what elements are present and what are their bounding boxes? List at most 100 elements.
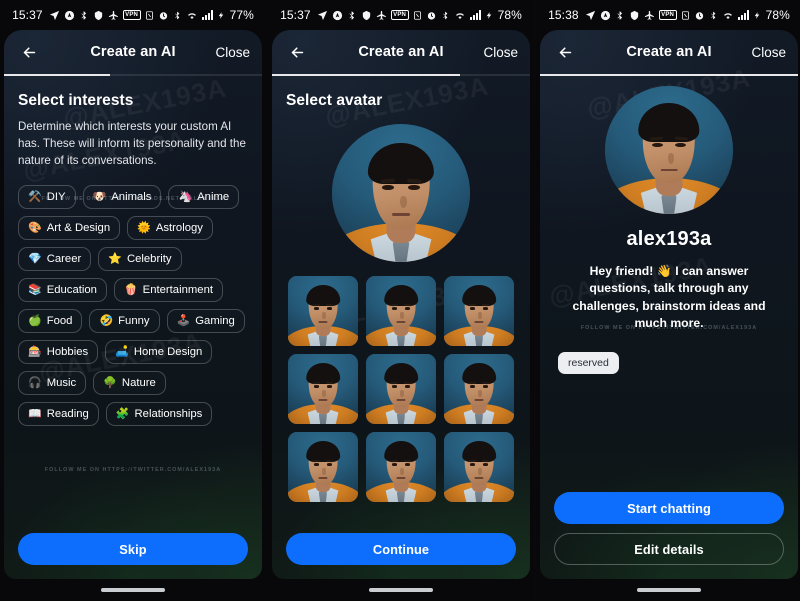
chip-label: Anime [197,191,230,204]
status-time: 15:37 [12,8,43,22]
progress-bar [272,74,530,76]
continue-button[interactable]: Continue [286,533,516,565]
interest-chip[interactable]: 🧩 Relationships [105,402,213,427]
avatar-option[interactable] [288,354,358,424]
back-button[interactable] [552,39,578,65]
animals-icon: 🐶 [92,190,107,203]
chip-label: Astrology [155,222,203,235]
home-indicator[interactable] [101,588,165,592]
chip-label: Career [46,253,82,266]
interest-chip[interactable]: 📚 Education [18,278,107,303]
back-button[interactable] [16,39,42,65]
vpn-badge-icon: VPN [658,10,677,20]
footer-actions: Start chatting Edit details [540,482,798,579]
chip-label: Education [46,284,97,297]
avatar-option[interactable] [288,276,358,346]
vpn-badge-icon: VPN [122,10,141,20]
start-chatting-button[interactable]: Start chatting [554,492,784,524]
progress-fill [4,74,110,76]
avatar-option[interactable] [444,276,514,346]
interest-chip[interactable]: 🕹️ Gaming [166,309,245,334]
interest-chip[interactable]: ⭐ Celebrity [98,247,182,272]
nfc-icon [681,9,690,21]
hobbies-icon: 🎰 [28,345,42,358]
section-title: Select avatar [286,92,383,109]
chip-label: Funny [118,315,150,328]
airplane-icon [108,9,119,21]
badge-row: reserved [554,352,784,375]
system-nav-bar [268,579,534,601]
interest-chip[interactable]: 🎧 Music [18,371,87,396]
entertainment-icon: 🍿 [123,283,138,296]
avatar-option[interactable] [366,276,436,346]
avatar-option[interactable] [366,354,436,424]
interest-chip[interactable]: 🌳 Nature [93,371,166,396]
reading-icon: 📖 [28,407,42,420]
home-indicator[interactable] [637,588,701,592]
interest-chip[interactable]: 🐶 Animals [82,185,162,210]
profile-name: alex193a [626,228,712,250]
charging-icon [485,9,493,21]
airplane-icon [644,9,655,21]
nfc-icon [145,9,154,21]
avatar-content: @ALEX193A @ALEX193A Select avatar [272,70,530,502]
chip-label: DIY [46,191,66,204]
home-design-icon: 🛋️ [115,345,129,358]
app-surface-profile: Create an AI Close @ALEX193A @ALEX193A a… [540,30,798,579]
close-button[interactable]: Close [751,45,786,60]
three-panel-screenshot: 15:37 VPN 77% Create an AI Close @ALEX19… [0,0,800,601]
gaming-icon: 🕹️ [176,314,191,327]
avatar-option[interactable] [444,432,514,502]
phone-panel-interests: 15:37 VPN 77% Create an AI Close @ALEX19… [0,0,266,601]
chip-label: Nature [121,377,156,390]
profile-content: @ALEX193A @ALEX193A alex193a Hey friend!… [540,62,798,375]
avatar-option[interactable] [288,432,358,502]
system-nav-bar [536,579,800,601]
interest-chip[interactable]: 📖 Reading [18,402,99,427]
progress-bar [4,74,262,76]
interest-chip[interactable]: 🛋️ Home Design [105,340,213,365]
art-design-icon: 🎨 [28,221,42,234]
vpn-badge-icon: VPN [390,10,409,20]
bluetooth-audio-icon [79,9,89,21]
interest-chip[interactable]: 💎 Career [18,247,92,272]
chip-label: Animals [111,191,152,204]
charging-icon [753,9,761,21]
diy-icon: ⚒️ [28,190,42,203]
close-button[interactable]: Close [215,45,250,60]
edit-details-button[interactable]: Edit details [554,533,784,565]
skip-button[interactable]: Skip [18,533,248,565]
avatar-option[interactable] [366,432,436,502]
alarm-icon [158,9,169,21]
interest-chip[interactable]: 🦄 Anime [168,185,240,210]
interest-chip[interactable]: 🍏 Food [18,309,83,334]
status-time: 15:37 [280,8,311,22]
shield-icon [93,9,104,21]
section-title: Select interests [18,92,134,109]
chip-label: Hobbies [46,346,89,359]
interest-chip[interactable]: ⚒️ DIY [18,185,76,210]
app-surface-avatar: Create an AI Close @ALEX193A @ALEX193A S… [272,30,530,579]
interest-chip[interactable]: 🤣 Funny [89,309,160,334]
cellular-signal-icon [201,10,213,20]
home-indicator[interactable] [369,588,433,592]
interest-chip[interactable]: 🌞 Astrology [127,216,213,241]
chip-label: Music [46,377,77,390]
avatar-option[interactable] [444,354,514,424]
interest-chip[interactable]: 🎨 Art & Design [18,216,121,241]
interest-chip-list: ⚒️ DIY 🐶 Animals 🦄 Anime 🎨 Art & Design 🌞 Ast… [18,185,248,427]
wifi-icon [186,9,198,21]
selected-avatar-preview[interactable] [332,124,470,262]
chip-label: Entertainment [142,284,213,297]
footer-actions: Skip [4,523,262,579]
app-surface-interests: Create an AI Close @ALEX193A @ALEX193A @… [4,30,262,579]
close-button[interactable]: Close [483,45,518,60]
education-icon: 📚 [28,283,42,296]
career-icon: 💎 [28,252,42,265]
interest-chip[interactable]: 🍿 Entertainment [113,278,223,303]
chip-label: Reading [46,408,89,421]
shield-icon [629,9,640,21]
interest-chip[interactable]: 🎰 Hobbies [18,340,99,365]
back-button[interactable] [284,39,310,65]
profile-avatar [605,86,733,214]
